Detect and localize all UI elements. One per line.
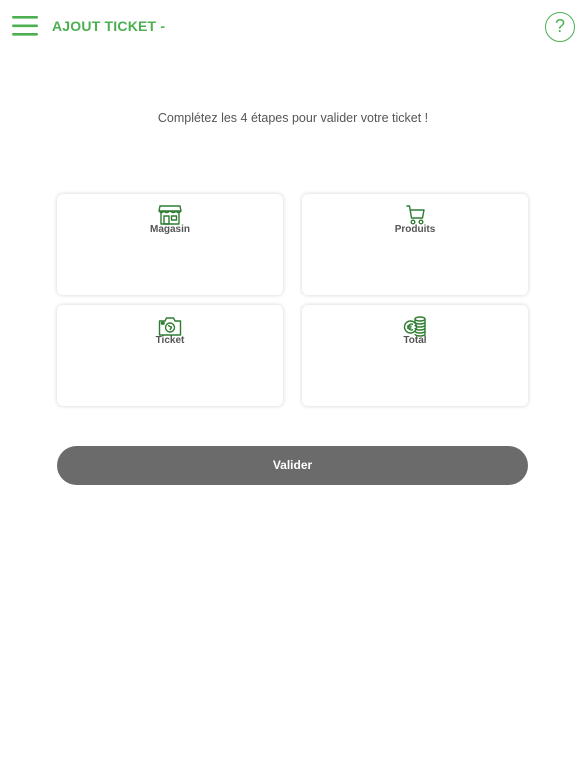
step-label-magasin: Magasin — [149, 224, 190, 235]
help-button[interactable]: ? — [545, 12, 575, 42]
store-icon — [158, 204, 182, 226]
validate-button[interactable]: Valider — [57, 446, 528, 485]
step-card-total[interactable]: Total — [302, 305, 528, 406]
page: AJOUT TICKET - ? Complétez les 4 étapes … — [0, 0, 576, 768]
coins-icon — [403, 315, 427, 337]
step-label-ticket: Ticket — [155, 335, 185, 346]
menu-button[interactable] — [12, 14, 38, 38]
step-label-produits: Produits — [394, 224, 436, 235]
step-card-produits[interactable]: Produits — [302, 194, 528, 295]
hamburger-menu-icon — [12, 16, 38, 36]
step-card-magasin[interactable]: Magasin — [57, 194, 283, 295]
step-card-ticket[interactable]: Ticket — [57, 305, 283, 406]
help-icon: ? — [554, 16, 565, 36]
instruction-text: Complétez les 4 étapes pour valider votr… — [157, 111, 429, 125]
page-title: AJOUT TICKET - — [52, 18, 166, 34]
step-label-total: Total — [403, 335, 427, 346]
header-bar: AJOUT TICKET - ? — [0, 0, 576, 56]
camera-icon — [158, 315, 182, 337]
cart-icon — [403, 204, 427, 226]
